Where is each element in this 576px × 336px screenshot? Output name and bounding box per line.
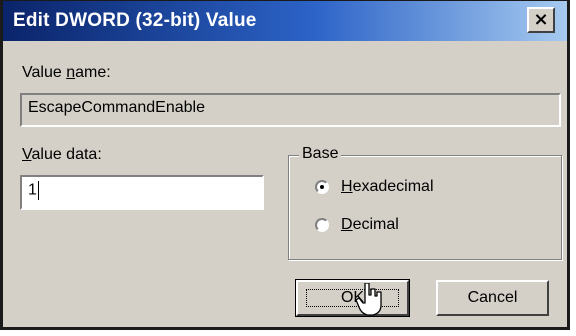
close-button[interactable]: ×: [527, 7, 555, 33]
mouse-pointer-icon: [355, 283, 382, 316]
focus-indicator: [306, 289, 399, 307]
text-caret: [37, 181, 39, 200]
radio-selected-dot: [320, 185, 324, 189]
ok-button[interactable]: OK: [295, 279, 410, 317]
radio-hexadecimal-circle[interactable]: [315, 180, 329, 194]
close-icon: ×: [533, 9, 549, 30]
value-name-field[interactable]: EscapeCommandEnable: [20, 93, 561, 127]
radio-hexadecimal-label: Hexadecimal: [341, 178, 434, 195]
edit-dword-dialog: Edit DWORD (32-bit) Value × Value name: …: [0, 0, 570, 330]
value-data-label: Value data:: [22, 146, 102, 163]
radio-decimal[interactable]: Decimal: [315, 216, 399, 234]
value-data-input[interactable]: 1: [20, 175, 264, 210]
radio-decimal-label: Decimal: [341, 216, 399, 233]
radio-decimal-circle[interactable]: [315, 218, 329, 232]
dialog-title: Edit DWORD (32-bit) Value: [13, 10, 257, 31]
base-group-title: Base: [299, 145, 342, 163]
value-name-label: Value name:: [22, 64, 111, 81]
title-bar[interactable]: Edit DWORD (32-bit) Value ×: [3, 1, 567, 41]
radio-hexadecimal[interactable]: Hexadecimal: [315, 178, 434, 196]
cancel-button[interactable]: Cancel: [436, 280, 549, 316]
base-groupbox: Base Hexadecimal Decimal: [288, 145, 562, 260]
